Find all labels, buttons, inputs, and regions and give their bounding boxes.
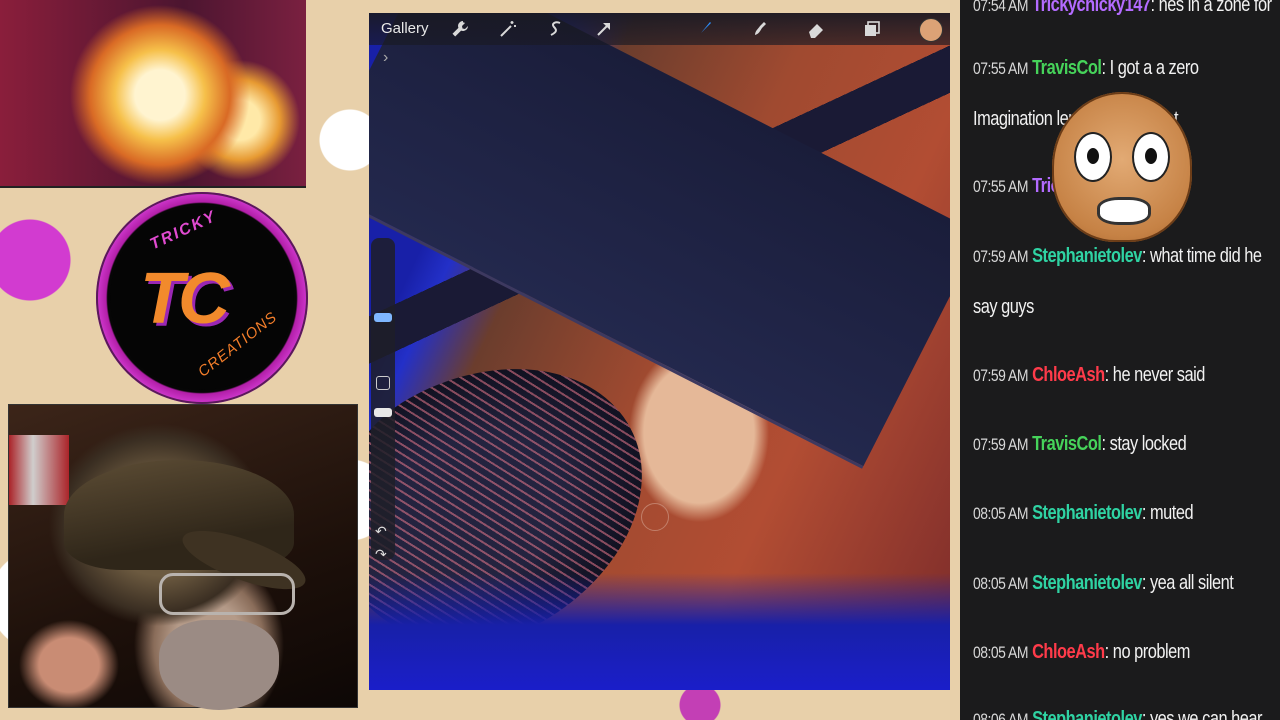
logo-top-text: TRICKY [147,207,220,254]
explosion-gif [0,0,306,188]
chat-message: 07:59 AM Stephanietolev: what time did he… [973,245,1262,318]
brain-emote [1052,92,1192,242]
color-swatch[interactable] [919,18,943,42]
wrench-icon[interactable] [447,17,473,41]
gallery-button[interactable]: Gallery [381,20,429,37]
opacity-slider[interactable] [374,398,392,508]
chat-message: 08:06 AM Stephanietolev: yes we can hear [973,708,1263,720]
channel-logo: TRICKY TC CREATIONS [96,192,308,404]
webcam-feed [8,404,358,710]
chat-message: 07:59 AM TravisCol: stay locked [973,433,1187,455]
top-toolbar: Gallery [369,13,950,45]
chat-message: 08:05 AM Stephanietolev: muted [973,502,1194,524]
chat-message: 08:05 AM ChloeAsh: no problem [973,641,1190,663]
brush-size-slider[interactable] [374,253,392,373]
side-toolbar: ↶ ↷ [371,238,395,563]
logo-monogram: TC [140,259,230,339]
smudge-icon[interactable] [747,17,773,41]
chat-message: 08:05 AM Stephanietolev: yea all silent [973,572,1234,594]
procreate-app: Gallery › ↶ ↷ [369,13,950,690]
eraser-icon[interactable] [803,17,829,41]
brush-icon[interactable] [691,17,717,41]
drawing-canvas[interactable] [369,13,950,690]
chat-message: 07:54 AM Trickychicky147: hes in a zone f… [973,0,1272,16]
layers-icon[interactable] [859,17,885,41]
selection-icon[interactable] [543,17,569,41]
redo-icon[interactable]: ↷ [375,546,387,563]
undo-icon[interactable]: ↶ [375,523,387,540]
brush-cursor [641,503,669,531]
chevron-right-icon[interactable]: › [383,49,388,67]
magic-wand-icon[interactable] [495,17,521,41]
chat-message: 07:59 AM ChloeAsh: he never said [973,364,1205,386]
modify-button[interactable] [376,376,390,390]
transform-arrow-icon[interactable] [591,17,617,41]
